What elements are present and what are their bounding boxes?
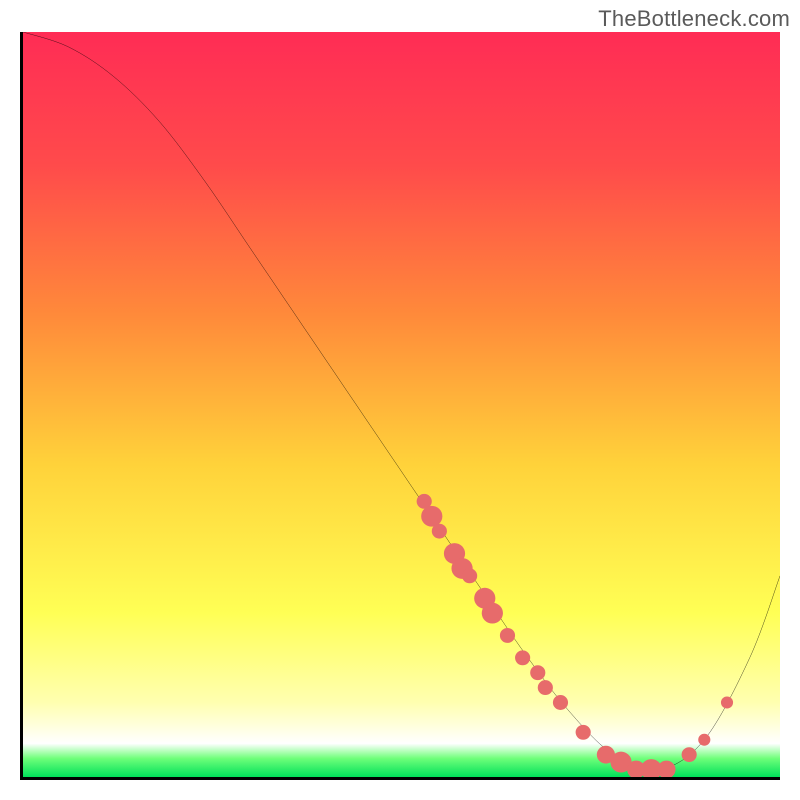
chart-plot-area	[20, 32, 780, 780]
watermark-text: TheBottleneck.com	[598, 6, 790, 32]
chart-background-gradient	[23, 32, 780, 777]
